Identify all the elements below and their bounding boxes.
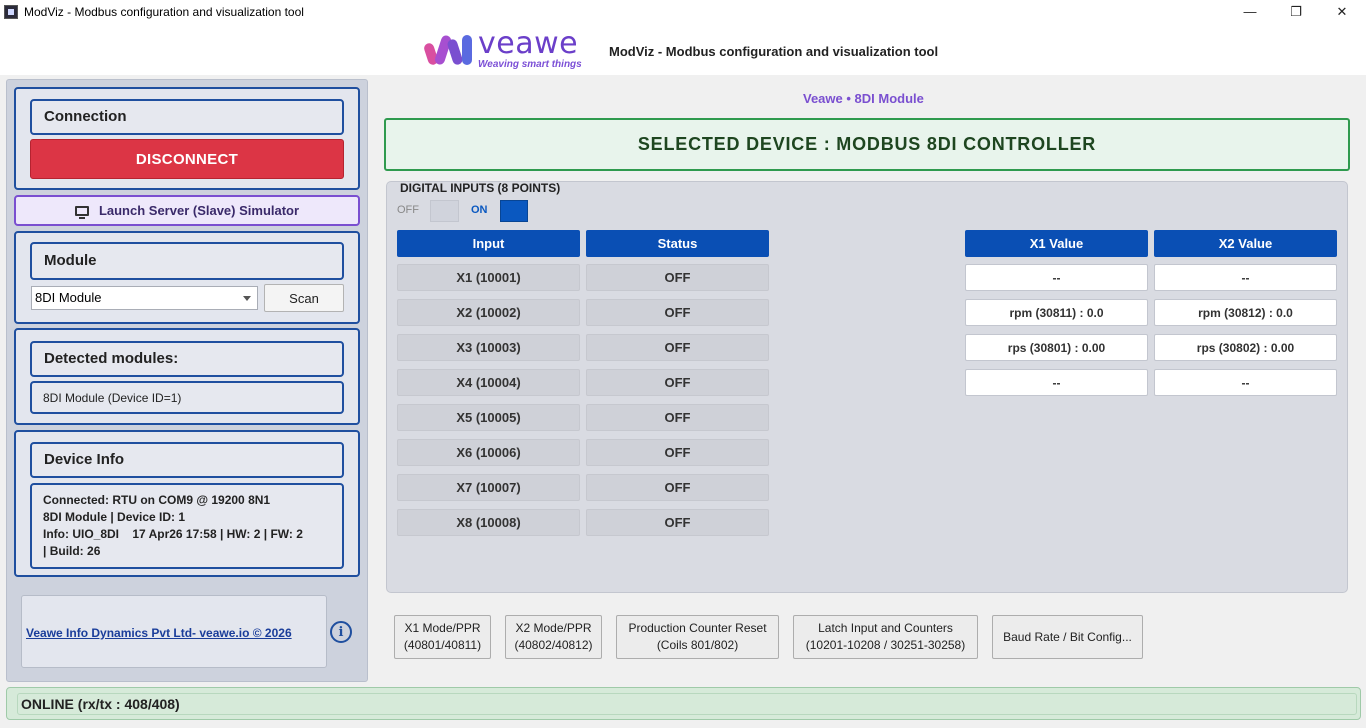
input-status: OFF	[586, 264, 769, 291]
device-info-line: Info: UIO_8DI 17 Apr26 17:58 | HW: 2 | F…	[43, 527, 303, 541]
status-text: ONLINE (rx/tx : 408/408)	[17, 693, 1357, 715]
x2-mode-ppr-button[interactable]: X2 Mode/PPR (40802/40812)	[505, 615, 602, 659]
legend-on-label: ON	[471, 204, 488, 216]
selected-device-banner: SELECTED DEVICE : MODBUS 8DI CONTROLLER	[384, 118, 1350, 171]
module-title: Module	[44, 252, 97, 269]
x2-value-column-header: X2 Value	[1154, 230, 1337, 257]
input-label: X1 (10001)	[397, 264, 580, 291]
button-line: Baud Rate / Bit Config...	[1003, 629, 1132, 644]
input-label: X3 (10003)	[397, 334, 580, 361]
minimize-icon[interactable]: —	[1227, 0, 1273, 23]
status-column-header: Status	[586, 230, 769, 257]
x1-value-cell: --	[965, 369, 1148, 396]
restore-icon[interactable]: ❐	[1273, 0, 1319, 23]
panel-title: DIGITAL INPUTS (8 POINTS)	[400, 181, 561, 195]
logo-mark-icon	[422, 31, 474, 67]
x2-value-cell: rpm (30812) : 0.0	[1154, 299, 1337, 326]
button-line: (Coils 801/802)	[656, 638, 739, 652]
scan-button[interactable]: Scan	[264, 284, 344, 312]
x1-value-cell: rps (30801) : 0.00	[965, 334, 1148, 361]
button-line: Latch Input and Counters	[818, 621, 953, 635]
input-label: X7 (10007)	[397, 474, 580, 501]
x1-value-column-header: X1 Value	[965, 230, 1148, 257]
breadcrumb: Veawe • 8DI Module	[803, 91, 924, 106]
monitor-icon	[74, 205, 89, 219]
app-header: veawe Weaving smart things ModViz - Modb…	[0, 23, 1366, 75]
x1-value-cell: rpm (30811) : 0.0	[965, 299, 1148, 326]
simulator-label: Launch Server (Slave) Simulator	[98, 203, 300, 218]
button-line: X1 Mode/PPR	[404, 621, 481, 635]
input-status: OFF	[586, 439, 769, 466]
button-line: Production Counter Reset	[628, 621, 767, 635]
device-info-line: Connected: RTU on COM9 @ 19200 8N1	[43, 493, 271, 507]
device-info-line: | Build: 26	[43, 544, 101, 558]
connection-title: Connection	[44, 108, 127, 125]
left-sidebar: Connection DISCONNECT Launch Server (Sla…	[6, 79, 368, 682]
legend-off-swatch	[430, 200, 459, 222]
input-column-header: Input	[397, 230, 580, 257]
launch-simulator-button[interactable]: Launch Server (Slave) Simulator	[14, 195, 360, 226]
button-line: (10201-10208 / 30251-30258)	[805, 638, 966, 652]
chevron-down-icon	[243, 296, 251, 301]
status-bar: ONLINE (rx/tx : 408/408)	[6, 687, 1361, 720]
info-icon[interactable]: i	[330, 621, 352, 643]
latch-input-counters-button[interactable]: Latch Input and Counters (10201-10208 / …	[793, 615, 978, 659]
detected-modules-section: Detected modules: 8DI Module (Device ID=…	[14, 328, 360, 425]
button-line: (40801/40811)	[403, 638, 482, 652]
x1-mode-ppr-button[interactable]: X1 Mode/PPR (40801/40811)	[394, 615, 491, 659]
device-info-header: Device Info	[30, 442, 344, 478]
module-selected-value: 8DI Module	[35, 290, 102, 305]
company-link[interactable]: Veawe Info Dynamics Pvt Ltd- veawe.io © …	[26, 626, 292, 640]
detected-modules-title: Detected modules:	[44, 350, 179, 367]
disconnect-button[interactable]: DISCONNECT	[30, 139, 344, 179]
x2-value-cell: --	[1154, 369, 1337, 396]
production-counter-reset-button[interactable]: Production Counter Reset (Coils 801/802)	[616, 615, 779, 659]
input-label: X5 (10005)	[397, 404, 580, 431]
x2-value-cell: rps (30802) : 0.00	[1154, 334, 1337, 361]
device-info-line: 8DI Module | Device ID: 1	[43, 510, 186, 524]
logo-word: veawe	[478, 25, 579, 61]
veawe-logo: veawe Weaving smart things	[422, 25, 582, 70]
baud-rate-config-button[interactable]: Baud Rate / Bit Config...	[992, 615, 1143, 659]
input-status: OFF	[586, 334, 769, 361]
detected-modules-list: 8DI Module (Device ID=1)	[30, 381, 344, 414]
window-titlebar: ModViz - Modbus configuration and visual…	[0, 0, 1366, 23]
connection-header: Connection	[30, 99, 344, 135]
input-status: OFF	[586, 369, 769, 396]
module-header: Module	[30, 242, 344, 280]
device-info-title: Device Info	[44, 451, 125, 468]
input-label: X8 (10008)	[397, 509, 580, 536]
module-select[interactable]: 8DI Module	[31, 286, 258, 310]
input-label: X2 (10002)	[397, 299, 580, 326]
x1-value-cell: --	[965, 264, 1148, 291]
input-status: OFF	[586, 299, 769, 326]
button-line: X2 Mode/PPR	[515, 621, 592, 635]
input-status: OFF	[586, 474, 769, 501]
x2-value-cell: --	[1154, 264, 1337, 291]
window-title: ModViz - Modbus configuration and visual…	[24, 4, 304, 19]
detected-modules-header: Detected modules:	[30, 341, 344, 377]
input-status: OFF	[586, 404, 769, 431]
device-info-section: Device Info Connected: RTU on COM9 @ 192…	[14, 430, 360, 577]
legend-off-label: OFF	[397, 204, 419, 216]
input-label: X6 (10006)	[397, 439, 580, 466]
detected-module-item[interactable]: 8DI Module (Device ID=1)	[32, 383, 342, 413]
input-status: OFF	[586, 509, 769, 536]
button-line: (40802/40812)	[514, 638, 593, 652]
app-icon	[4, 4, 18, 19]
input-label: X4 (10004)	[397, 369, 580, 396]
header-title: ModViz - Modbus configuration and visual…	[609, 44, 939, 59]
logo-tagline: Weaving smart things	[478, 58, 582, 70]
close-icon[interactable]: ✕	[1319, 0, 1365, 23]
legend-on-swatch	[500, 200, 528, 222]
device-info-body: Connected: RTU on COM9 @ 19200 8N1 8DI M…	[30, 483, 344, 569]
